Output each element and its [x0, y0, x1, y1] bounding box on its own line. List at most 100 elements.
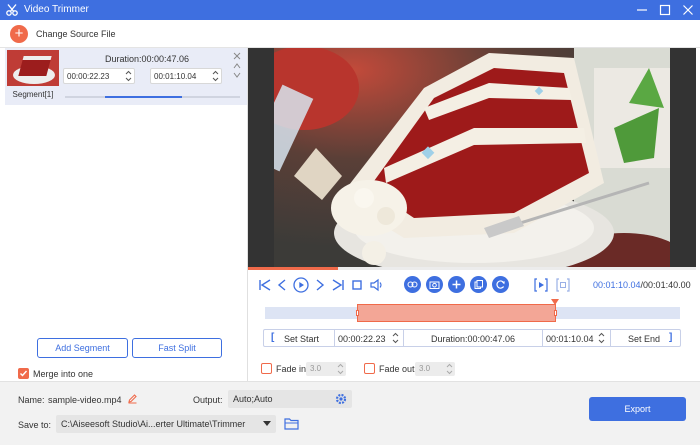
loop-icon — [407, 281, 418, 288]
go-to-start-button[interactable] — [258, 277, 272, 293]
fast-split-button[interactable]: Fast Split — [132, 338, 222, 358]
trim-end-handle[interactable] — [553, 310, 557, 316]
checkbox-icon — [261, 363, 272, 374]
playhead-marker[interactable] — [551, 299, 559, 305]
close-window-button[interactable] — [677, 1, 699, 19]
output-format-value: Auto;Auto — [233, 394, 273, 404]
top-toolbar: + Change Source File — [0, 20, 700, 48]
gear-icon[interactable] — [335, 393, 347, 405]
spin-arrows-icon[interactable] — [337, 363, 344, 375]
merge-label: Merge into one — [33, 369, 94, 379]
spin-arrows-icon[interactable] — [125, 70, 132, 82]
trim-end-input[interactable]: 00:01:10.04 — [546, 334, 594, 344]
export-button[interactable]: Export — [589, 397, 686, 421]
video-preview[interactable] — [248, 48, 696, 270]
segment-thumbnail — [7, 50, 59, 86]
volume-icon — [370, 278, 382, 292]
copy-segment-button[interactable] — [470, 276, 487, 293]
segment-item[interactable]: Segment[1] Duration:00:00:47.06 00:00:22… — [5, 48, 247, 105]
trim-start-input[interactable]: 00:00:22.23 — [338, 334, 386, 344]
move-up-icon[interactable] — [233, 63, 241, 69]
spin-arrows-icon[interactable] — [598, 332, 605, 344]
save-path-value: C:\Aiseesoft Studio\Ai...erter Ultimate\… — [61, 419, 246, 429]
previous-frame-button[interactable] — [276, 277, 288, 293]
volume-button[interactable] — [370, 277, 384, 293]
plus-icon — [452, 280, 461, 289]
set-start-button[interactable]: Set Start — [284, 334, 319, 344]
segment-play-icon — [534, 278, 548, 292]
add-segment-quick-button[interactable] — [448, 276, 465, 293]
chevron-down-icon — [263, 421, 271, 426]
output-label: Output: — [193, 395, 223, 405]
save-to-label: Save to: — [18, 420, 52, 430]
segment-panel: Segment[1] Duration:00:00:47.06 00:00:22… — [0, 48, 248, 381]
play-icon — [293, 277, 309, 293]
timecode-display: 00:01:10.04/00:01:40.00 — [593, 280, 691, 290]
end-bracket-icon: ] — [669, 332, 673, 343]
segment-range-fill — [105, 96, 182, 98]
segment-duration: Duration:00:00:47.06 — [105, 54, 190, 64]
total-time: /00:01:40.00 — [640, 280, 691, 290]
trim-duration: Duration:00:00:47.06 — [431, 334, 516, 344]
output-format-field[interactable]: Auto;Auto — [228, 390, 352, 408]
maximize-icon — [659, 4, 671, 16]
add-circle-icon: + — [10, 25, 28, 43]
go-to-end-button[interactable] — [331, 277, 345, 293]
copy-icon — [474, 280, 483, 289]
trim-selection[interactable] — [356, 304, 557, 322]
segment-frame-icon — [556, 278, 570, 292]
trim-range-row: [ Set Start 00:00:22.23 Duration:00:00:4… — [263, 329, 681, 347]
segment-range-track — [65, 96, 240, 98]
edit-pencil-icon[interactable] — [127, 393, 138, 404]
chevron-right-icon — [316, 279, 325, 291]
video-progress-bar[interactable] — [248, 267, 696, 270]
segment-preview-alt-button[interactable] — [555, 277, 571, 293]
minimize-icon — [637, 9, 647, 11]
save-path-select[interactable]: C:\Aiseesoft Studio\Ai...erter Ultimate\… — [56, 415, 276, 433]
fade-in-label: Fade in — [276, 364, 307, 374]
add-segment-button[interactable]: Add Segment — [37, 338, 128, 358]
chevron-left-icon — [277, 279, 286, 291]
set-end-button[interactable]: Set End — [628, 334, 660, 344]
output-name-value: sample-video.mp4 — [48, 395, 122, 405]
snapshot-button[interactable] — [426, 276, 443, 293]
stop-button[interactable] — [351, 277, 363, 293]
fade-in-value: 3.0 — [310, 364, 322, 373]
fade-out-duration-input[interactable]: 3.0 — [415, 362, 455, 376]
change-source-label: Change Source File — [36, 29, 116, 39]
name-label: Name: — [18, 395, 45, 405]
play-button[interactable] — [293, 277, 309, 293]
fade-out-value: 3.0 — [419, 364, 431, 373]
title-bar: Video Trimmer — [0, 0, 700, 20]
segment-end-value: 00:01:10.04 — [154, 72, 197, 81]
fade-out-label: Fade out — [379, 364, 415, 374]
loop-preview-button[interactable] — [404, 276, 421, 293]
skip-to-start-icon — [259, 279, 271, 291]
move-down-icon[interactable] — [233, 72, 241, 78]
current-time: 00:01:10.04 — [593, 280, 641, 290]
next-frame-button[interactable] — [314, 277, 326, 293]
video-frame-image — [274, 48, 670, 270]
segment-start-time-input[interactable]: 00:00:22.23 — [63, 68, 135, 84]
spin-arrows-icon[interactable] — [392, 332, 399, 344]
reset-button[interactable] — [492, 276, 509, 293]
remove-segment-icon[interactable] — [233, 52, 241, 60]
preview-segment-button[interactable] — [533, 277, 549, 293]
window-title: Video Trimmer — [24, 4, 89, 15]
folder-icon[interactable] — [284, 417, 299, 430]
skip-to-end-icon — [332, 279, 344, 291]
segment-start-value: 00:00:22.23 — [67, 72, 110, 81]
camera-icon — [429, 281, 440, 289]
checkbox-checked-icon — [18, 368, 29, 379]
segment-label: Segment[1] — [12, 90, 54, 99]
stop-icon — [352, 280, 362, 290]
checkbox-icon — [364, 363, 375, 374]
fade-in-duration-input[interactable]: 3.0 — [306, 362, 346, 376]
minimize-button[interactable] — [631, 1, 653, 19]
trim-start-handle[interactable] — [356, 310, 360, 316]
spin-arrows-icon[interactable] — [212, 70, 219, 82]
start-bracket-icon: [ — [271, 332, 275, 343]
spin-arrows-icon[interactable] — [446, 363, 453, 375]
segment-end-time-input[interactable]: 00:01:10.04 — [150, 68, 222, 84]
maximize-button[interactable] — [654, 1, 676, 19]
